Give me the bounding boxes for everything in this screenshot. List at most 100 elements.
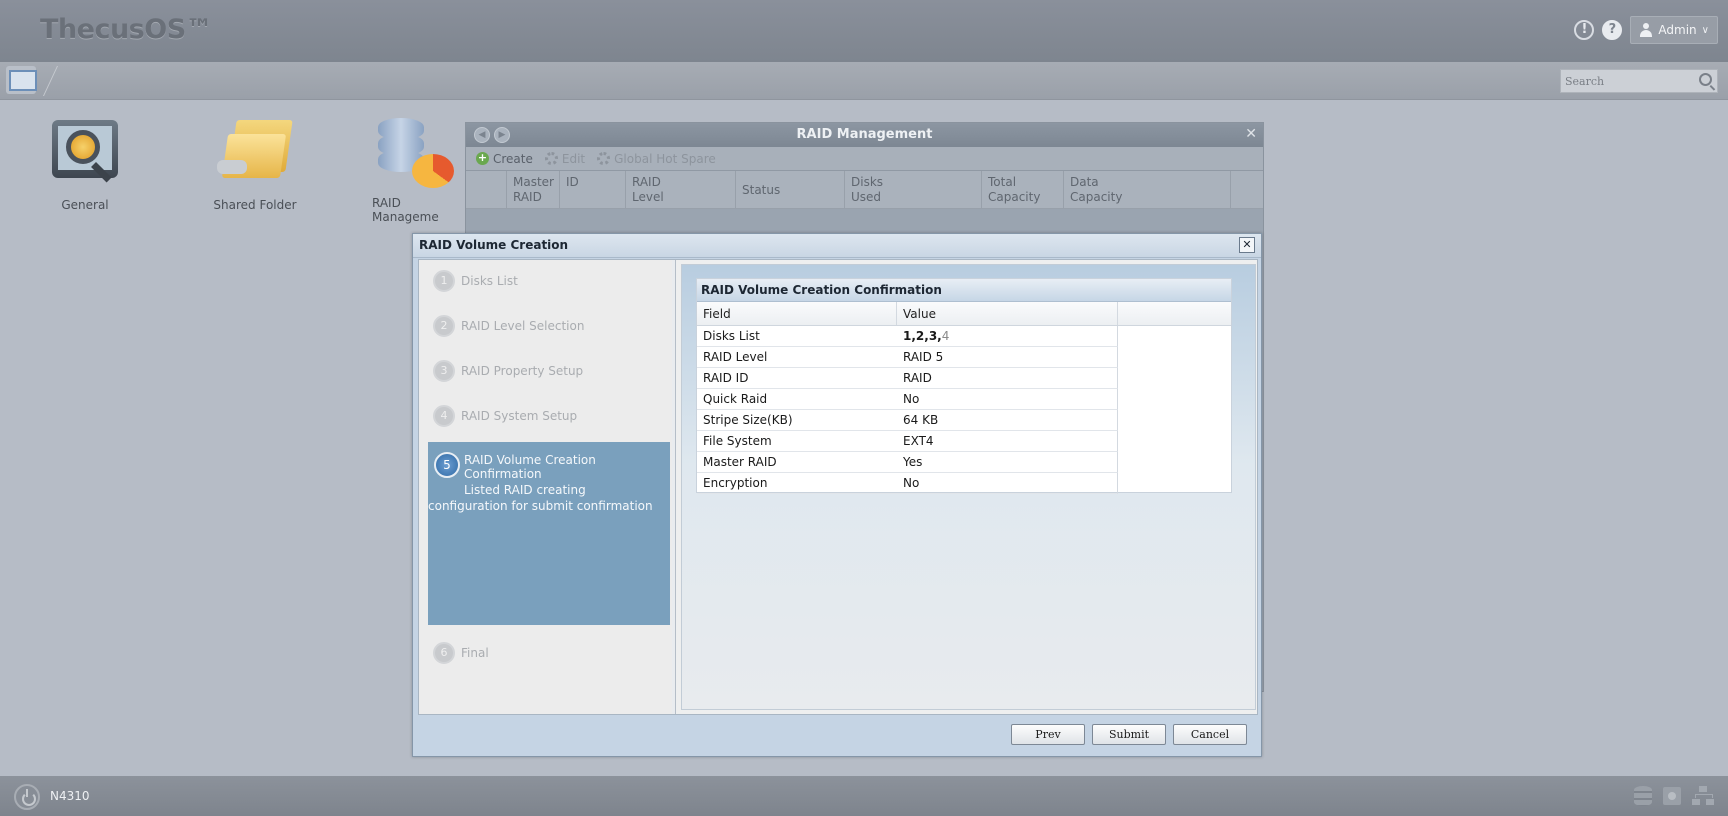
step-number: 3: [433, 360, 455, 382]
edit-label: Edit: [561, 151, 586, 166]
field-cell: RAID ID: [697, 368, 897, 389]
desktop-item-raid-management[interactable]: RAID Manageme: [372, 116, 468, 224]
raid-volume-creation-dialog: RAID Volume Creation ✕ 1 Disks List 2 RA…: [412, 233, 1262, 757]
step-label: RAID System Setup: [461, 409, 578, 423]
field-cell: Stripe Size(KB): [697, 410, 897, 431]
grid-title: RAID Volume Creation Confirmation: [697, 279, 1231, 302]
step-label: RAID Volume Creation Confirmation: [464, 453, 596, 481]
column-header-status[interactable]: Status: [736, 171, 845, 208]
value-cell: RAID 5: [897, 347, 1118, 368]
desktop-item-shared-folder[interactable]: Shared Folder: [210, 116, 300, 212]
table-row: Stripe Size(KB) 64 KB: [697, 410, 1231, 431]
column-header-empty: [1118, 302, 1231, 325]
search-box: [1560, 69, 1718, 93]
column-header-raid-level[interactable]: RAID Level: [626, 171, 736, 208]
edit-button[interactable]: Edit: [544, 151, 586, 166]
value-cell: RAID: [897, 368, 1118, 389]
global-hot-spare-label: Global Hot Spare: [614, 151, 716, 166]
wizard-step[interactable]: 1 Disks List: [428, 266, 668, 296]
wizard-step[interactable]: 4 RAID System Setup: [428, 401, 668, 431]
column-header-value[interactable]: Value: [897, 302, 1118, 325]
column-header-total-capacity[interactable]: Total Capacity: [982, 171, 1064, 208]
search-input[interactable]: [1561, 70, 1691, 92]
field-cell: Disks List: [697, 326, 897, 347]
wizard-step-active[interactable]: 5 RAID Volume Creation Confirmation List…: [428, 442, 670, 625]
table-row: File System EXT4: [697, 431, 1231, 452]
dialog-title: RAID Volume Creation: [419, 238, 569, 252]
global-hot-spare-button[interactable]: Global Hot Spare: [597, 152, 716, 166]
value-cell: No: [897, 389, 1118, 410]
help-icon[interactable]: ?: [1602, 20, 1623, 40]
column-header-data-capacity[interactable]: Data Capacity: [1064, 171, 1231, 208]
column-header-master-raid[interactable]: Master RAID: [507, 171, 560, 208]
raid-toolbar: + Create Edit Global Hot Spare: [466, 147, 1263, 171]
field-cell: Master RAID: [697, 452, 897, 473]
desktop-item-label: Shared Folder: [213, 198, 297, 212]
table-row: Encryption No: [697, 473, 1231, 494]
wizard-steps: 1 Disks List 2 RAID Level Selection 3 RA…: [419, 260, 672, 714]
wizard-step[interactable]: 3 RAID Property Setup: [428, 356, 668, 386]
value-cell: 64 KB: [897, 410, 1118, 431]
dialog-titlebar: RAID Volume Creation ✕: [413, 234, 1261, 258]
window-titlebar: ◀ ▶ RAID Management ✕: [466, 123, 1263, 147]
step-number: 4: [433, 405, 455, 427]
wizard-step[interactable]: 2 RAID Level Selection: [428, 311, 668, 341]
dialog-body: 1 Disks List 2 RAID Level Selection 3 RA…: [418, 259, 1258, 715]
table-row: Disks List 1,2,3,4: [697, 326, 1231, 347]
dialog-footer: Prev Submit Cancel: [413, 716, 1261, 756]
window-title: RAID Management: [796, 127, 933, 142]
raid-table-header: Master RAID ID RAID Level Status Disks Used…: [466, 171, 1263, 209]
value-cell: Yes: [897, 452, 1118, 473]
step-label: RAID Level Selection: [461, 319, 585, 333]
create-button[interactable]: + Create: [476, 152, 533, 166]
header-spacer: [466, 171, 507, 208]
brand-logo: ThecusOS™: [40, 14, 213, 45]
network-icon[interactable]: [1692, 785, 1714, 807]
column-header-id[interactable]: ID: [560, 171, 626, 208]
field-cell: Quick Raid: [697, 389, 897, 410]
prev-button[interactable]: Prev: [1011, 724, 1085, 745]
disks-last: 4: [941, 329, 950, 343]
shared-folder-icon: [215, 116, 295, 190]
field-cell: RAID Level: [697, 347, 897, 368]
disk-icon[interactable]: [1661, 785, 1683, 807]
user-menu-button[interactable]: Admin ∨: [1630, 16, 1718, 44]
cancel-button[interactable]: Cancel: [1173, 724, 1247, 745]
app-toolbar: [0, 62, 1728, 100]
step-label: Disks List: [461, 274, 518, 288]
raid-management-icon: [372, 116, 454, 196]
hot-spare-icon: [597, 152, 611, 165]
alert-icon[interactable]: !: [1574, 20, 1595, 40]
submit-button[interactable]: Submit: [1092, 724, 1166, 745]
edit-icon: [544, 152, 558, 165]
close-icon[interactable]: ✕: [1239, 237, 1255, 253]
user-icon: [1639, 23, 1653, 37]
step-label: Final: [461, 646, 489, 660]
desktop-item-general[interactable]: General: [40, 116, 130, 212]
confirmation-grid: RAID Volume Creation Confirmation Field …: [696, 278, 1232, 494]
user-name: Admin: [1658, 23, 1697, 37]
field-cell: File System: [697, 431, 897, 452]
header-actions: ! ? Admin ∨: [1574, 16, 1718, 44]
taskbar: N4310: [0, 776, 1728, 816]
table-row: RAID Level RAID 5: [697, 347, 1231, 368]
desktop-icon[interactable]: [6, 66, 37, 94]
step-description: Listed RAID creating configuration for s…: [428, 483, 653, 513]
step-number: 6: [433, 642, 455, 664]
column-header-disks-used[interactable]: Disks Used: [845, 171, 982, 208]
device-name: N4310: [50, 789, 90, 803]
value-cell: No: [897, 473, 1118, 494]
toolbar-divider: [43, 66, 71, 96]
table-row: Master RAID Yes: [697, 452, 1231, 473]
power-icon[interactable]: [14, 784, 40, 810]
top-bar: ThecusOS™ ! ? Admin ∨: [0, 0, 1728, 62]
wizard-step[interactable]: 6 Final: [428, 638, 668, 668]
column-header-field[interactable]: Field: [697, 302, 897, 325]
field-cell: Encryption: [697, 473, 897, 494]
chevron-down-icon: ∨: [1701, 24, 1709, 36]
close-icon[interactable]: ✕: [1245, 126, 1257, 142]
step-number: 2: [433, 315, 455, 337]
step-number: 1: [433, 270, 455, 292]
database-icon[interactable]: [1632, 785, 1654, 807]
search-icon[interactable]: [1699, 73, 1712, 86]
